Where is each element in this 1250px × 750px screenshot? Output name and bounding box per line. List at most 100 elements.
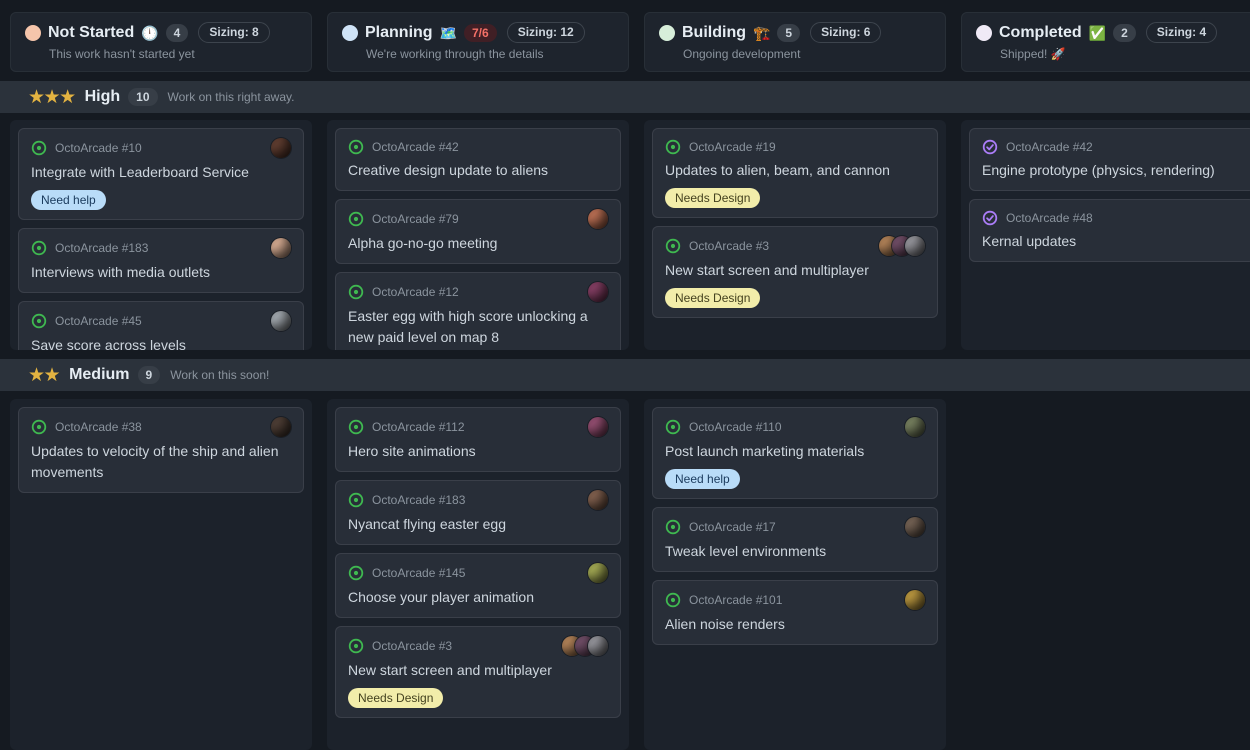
swimlane-count-badge: 9 — [138, 366, 161, 384]
assignee-avatar — [271, 311, 291, 331]
issue-repo-number: OctoArcade #79 — [372, 212, 580, 226]
swimlane-header[interactable]: ★★ Medium 9 Work on this soon! — [0, 359, 1250, 391]
issue-state-icon — [665, 519, 681, 535]
issue-state-icon — [982, 210, 998, 226]
issue-card-top: OctoArcade #10 — [31, 138, 291, 158]
issue-card[interactable]: OctoArcade #110 Post launch marketing ma… — [652, 407, 938, 499]
issue-repo-number: OctoArcade #45 — [55, 314, 263, 328]
issue-repo-number: OctoArcade #112 — [372, 420, 580, 434]
assignee-avatar — [905, 417, 925, 437]
issue-card-top: OctoArcade #183 — [348, 490, 608, 510]
column-description: Shipped! 🚀 — [1000, 47, 1250, 61]
issue-title: Easter egg with high score unlocking a n… — [348, 306, 608, 348]
priority-stars-icon: ★★ — [28, 366, 59, 385]
issue-card-top: OctoArcade #3 — [348, 636, 608, 656]
issue-card[interactable]: OctoArcade #19 Updates to alien, beam, a… — [652, 128, 938, 218]
issue-state-icon — [31, 240, 47, 256]
column-header: Completed ✅ 2 Sizing: 4 Shipped! 🚀 — [961, 12, 1250, 72]
column-status-dot-icon — [659, 25, 675, 41]
issue-card-top: OctoArcade #42 — [348, 138, 608, 156]
issue-title: Engine prototype (physics, rendering) — [982, 160, 1242, 181]
column-description: Ongoing development — [683, 47, 933, 61]
assignee-avatar — [905, 517, 925, 537]
issue-card[interactable]: OctoArcade #38 Updates to velocity of th… — [18, 407, 304, 493]
issue-card[interactable]: OctoArcade #17 Tweak level environments — [652, 507, 938, 572]
issue-labels: Need help — [665, 469, 925, 489]
issue-card-top: OctoArcade #79 — [348, 209, 608, 229]
issue-label: Needs Design — [348, 688, 443, 708]
issue-title: Alpha go-no-go meeting — [348, 233, 608, 254]
issue-card[interactable]: OctoArcade #3 New start screen and multi… — [335, 626, 621, 718]
issue-card-top: OctoArcade #19 — [665, 138, 925, 156]
issue-card-top: OctoArcade #42 — [982, 138, 1242, 156]
issue-repo-number: OctoArcade #145 — [372, 566, 580, 580]
swimlane-description: Work on this soon! — [170, 368, 269, 382]
swimlane-row: OctoArcade #38 Updates to velocity of th… — [0, 399, 1250, 750]
assignee-avatar — [271, 238, 291, 258]
swimlane-count-badge: 10 — [128, 88, 157, 106]
issue-repo-number: OctoArcade #110 — [689, 420, 897, 434]
issue-repo-number: OctoArcade #183 — [372, 493, 580, 507]
issue-title: Choose your player animation — [348, 587, 608, 608]
assignee-avatars — [905, 590, 925, 610]
issue-state-icon — [31, 313, 47, 329]
assignee-avatars — [905, 417, 925, 437]
column-status-dot-icon — [976, 25, 992, 41]
issue-repo-number: OctoArcade #48 — [1006, 211, 1234, 225]
assignee-avatar — [905, 236, 925, 256]
column-emoji-icon: 🕛 — [141, 26, 158, 40]
issue-card[interactable]: OctoArcade #3 New start screen and multi… — [652, 226, 938, 318]
issue-state-icon — [665, 139, 681, 155]
issue-card-top: OctoArcade #112 — [348, 417, 608, 437]
column-lane-panel: OctoArcade #112 Hero site animations Oct… — [327, 399, 629, 750]
assignee-avatars — [588, 417, 608, 437]
issue-state-icon — [31, 419, 47, 435]
issue-card[interactable]: OctoArcade #45 Save score across levels — [18, 301, 304, 350]
assignee-avatars — [588, 563, 608, 583]
issue-card[interactable]: OctoArcade #183 Nyancat flying easter eg… — [335, 480, 621, 545]
issue-card[interactable]: OctoArcade #183 Interviews with media ou… — [18, 228, 304, 293]
issue-card[interactable]: OctoArcade #112 Hero site animations — [335, 407, 621, 472]
issue-label: Need help — [31, 190, 106, 210]
issue-title: Save score across levels — [31, 335, 291, 350]
assignee-avatars — [271, 138, 291, 158]
issue-repo-number: OctoArcade #19 — [689, 140, 917, 154]
assignee-avatars — [588, 282, 608, 302]
column-sizing-pill: Sizing: 6 — [810, 22, 881, 43]
issue-card[interactable]: OctoArcade #79 Alpha go-no-go meeting — [335, 199, 621, 264]
column-lane-empty-slot — [961, 399, 1250, 750]
issue-card[interactable]: OctoArcade #12 Easter egg with high scor… — [335, 272, 621, 350]
column-lane-panel: OctoArcade #38 Updates to velocity of th… — [10, 399, 312, 750]
issue-repo-number: OctoArcade #183 — [55, 241, 263, 255]
swimlane-row: OctoArcade #10 Integrate with Leaderboar… — [0, 120, 1250, 350]
assignee-avatars — [271, 311, 291, 331]
swimlane-header[interactable]: ★★★ High 10 Work on this right away. — [0, 81, 1250, 113]
issue-card-top: OctoArcade #101 — [665, 590, 925, 610]
column-sizing-pill: Sizing: 12 — [507, 22, 585, 43]
issue-card[interactable]: OctoArcade #42 Engine prototype (physics… — [969, 128, 1250, 191]
issue-title: Updates to alien, beam, and cannon — [665, 160, 925, 181]
issue-card-top: OctoArcade #45 — [31, 311, 291, 331]
column-header-top: Planning 🗺️ 7/6 Sizing: 12 — [342, 22, 616, 43]
issue-title: Alien noise renders — [665, 614, 925, 635]
issue-repo-number: OctoArcade #101 — [689, 593, 897, 607]
issue-label: Needs Design — [665, 188, 760, 208]
issue-card-top: OctoArcade #38 — [31, 417, 291, 437]
assignee-avatars — [271, 417, 291, 437]
assignee-avatars — [588, 490, 608, 510]
column-header: Not Started 🕛 4 Sizing: 8 This work hasn… — [10, 12, 312, 72]
issue-title: Nyancat flying easter egg — [348, 514, 608, 535]
column-title: Completed — [999, 24, 1082, 42]
column-header-top: Completed ✅ 2 Sizing: 4 — [976, 22, 1250, 43]
assignee-avatars — [588, 209, 608, 229]
issue-card[interactable]: OctoArcade #10 Integrate with Leaderboar… — [18, 128, 304, 220]
column-count-badge: 5 — [777, 24, 800, 42]
issue-card[interactable]: OctoArcade #101 Alien noise renders — [652, 580, 938, 645]
column-sizing-pill: Sizing: 8 — [198, 22, 269, 43]
issue-card[interactable]: OctoArcade #145 Choose your player anima… — [335, 553, 621, 618]
issue-card[interactable]: OctoArcade #48 Kernal updates — [969, 199, 1250, 262]
issue-card-top: OctoArcade #48 — [982, 209, 1242, 227]
assignee-avatar — [271, 417, 291, 437]
issue-card[interactable]: OctoArcade #42 Creative design update to… — [335, 128, 621, 191]
column-lane-panel: OctoArcade #10 Integrate with Leaderboar… — [10, 120, 312, 350]
